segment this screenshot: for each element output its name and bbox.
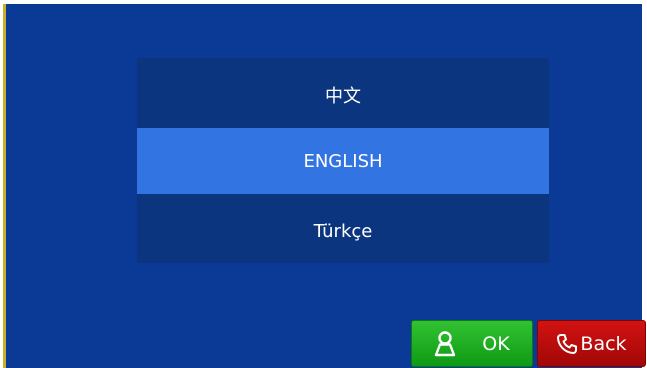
ok-button-label: OK — [482, 332, 510, 355]
language-option-turkish[interactable]: Türkçe — [137, 198, 549, 264]
language-list: 中文 ENGLISH Türkçe — [137, 58, 549, 263]
language-option-english[interactable]: ENGLISH — [137, 128, 549, 194]
ok-button[interactable]: OK — [411, 320, 533, 367]
language-option-label: Türkçe — [313, 220, 373, 242]
back-button[interactable]: Back — [537, 320, 646, 367]
person-icon — [434, 330, 456, 357]
language-screen: 中文 ENGLISH Türkçe OK Back — [3, 4, 646, 368]
language-option-chinese[interactable]: 中文 — [137, 62, 549, 128]
phone-icon — [556, 333, 578, 355]
language-option-label: 中文 — [325, 86, 361, 107]
language-option-label: ENGLISH — [303, 150, 383, 172]
back-button-label: Back — [580, 332, 627, 355]
